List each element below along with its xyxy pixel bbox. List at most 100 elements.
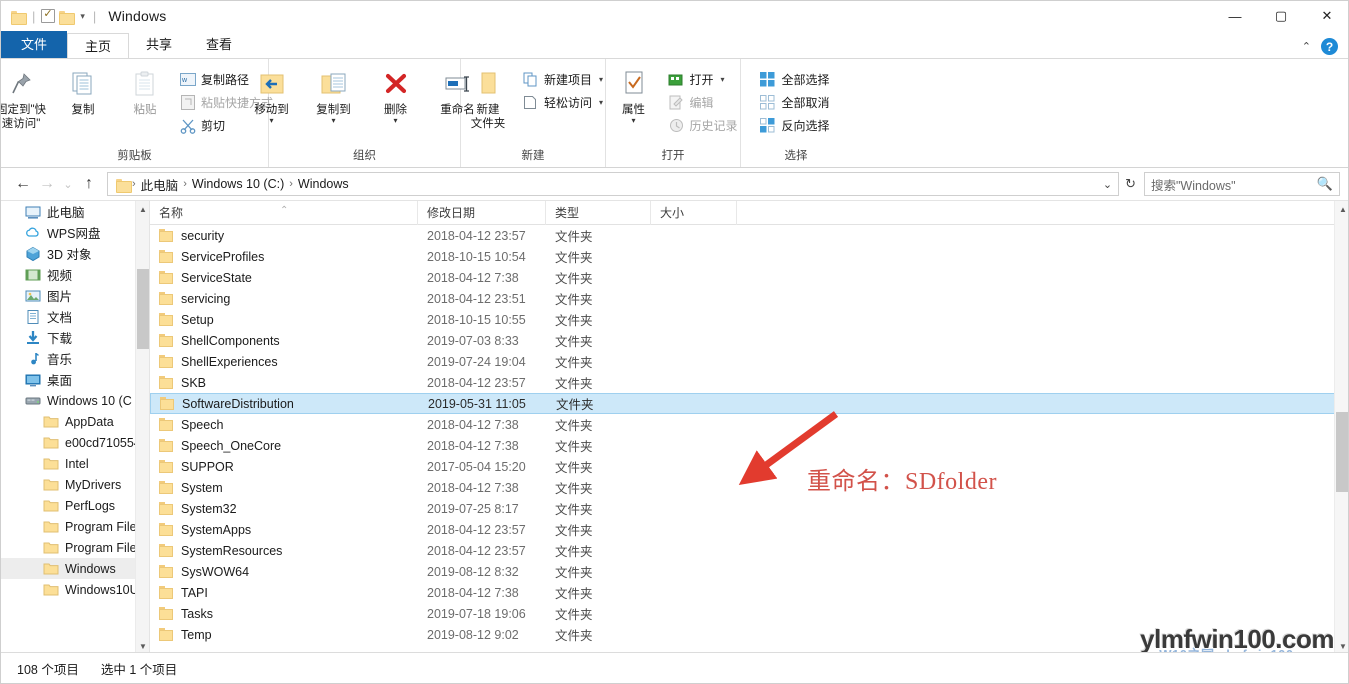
breadcrumb-item-windows[interactable]: Windows — [294, 177, 353, 191]
sidebar-item-intel[interactable]: Intel — [1, 453, 149, 474]
sidebar-item-[interactable]: 音乐 — [1, 348, 149, 369]
table-row[interactable]: security 2018-04-12 23:57 文件夹 — [150, 225, 1348, 246]
properties-checkbox-icon[interactable] — [41, 7, 56, 23]
chevron-down-icon[interactable]: ▾ — [269, 117, 273, 125]
minimize-button[interactable]: — — [1212, 1, 1258, 31]
sidebar-item-mydrivers[interactable]: MyDrivers — [1, 474, 149, 495]
path-dropdown-icon[interactable]: ⌄ — [1103, 178, 1112, 191]
navigation-scrollbar-thumb[interactable] — [137, 269, 149, 349]
sidebar-item-3d[interactable]: 3D 对象 — [1, 243, 149, 264]
invert-selection-button[interactable]: 反向选择 — [756, 114, 835, 137]
properties-button[interactable]: 属性 ▾ — [603, 65, 665, 125]
table-row[interactable]: Speech 2018-04-12 7:38 文件夹 — [150, 414, 1348, 435]
table-row[interactable]: SUPPOR 2017-05-04 15:20 文件夹 — [150, 456, 1348, 477]
table-row[interactable]: System32 2019-07-25 8:17 文件夹 — [150, 498, 1348, 519]
table-row[interactable]: ServiceProfiles 2018-10-15 10:54 文件夹 — [150, 246, 1348, 267]
sidebar-item-[interactable]: 图片 — [1, 285, 149, 306]
open-button[interactable]: 打开 ▾ — [665, 68, 744, 91]
column-header-name[interactable]: 名称 ⌃ — [150, 200, 418, 225]
new-folder-icon[interactable] — [59, 10, 76, 25]
maximize-button[interactable]: ▢ — [1258, 1, 1304, 31]
table-row[interactable]: System 2018-04-12 7:38 文件夹 — [150, 477, 1348, 498]
pin-to-quick-access-button[interactable]: 固定到"快 速访问" — [1, 65, 52, 131]
table-row[interactable]: SystemResources 2018-04-12 23:57 文件夹 — [150, 540, 1348, 561]
up-button[interactable]: ↑ — [77, 172, 101, 196]
help-icon[interactable]: ? — [1321, 38, 1338, 55]
recent-locations-icon[interactable]: ⌄ — [59, 172, 77, 196]
table-row[interactable]: Tasks 2019-07-18 19:06 文件夹 — [150, 603, 1348, 624]
chevron-down-icon[interactable]: ▾ — [331, 117, 335, 125]
column-header-type[interactable]: 类型 — [546, 200, 651, 225]
table-row[interactable]: ServiceState 2018-04-12 7:38 文件夹 — [150, 267, 1348, 288]
copy-to-button[interactable]: 复制到 ▾ — [303, 65, 365, 125]
scroll-up-icon[interactable]: ▲ — [136, 201, 149, 217]
sidebar-item-windows-10-c[interactable]: Windows 10 (C — [1, 390, 149, 411]
breadcrumb-item-this-pc[interactable]: 此电脑 — [137, 175, 183, 194]
delete-button[interactable]: 删除 ▾ — [365, 65, 427, 125]
tab-home[interactable]: 主页 — [67, 33, 130, 59]
sidebar-item-windows[interactable]: Windows — [1, 558, 149, 579]
search-input[interactable]: 搜索"Windows" 🔍 — [1144, 172, 1340, 196]
sidebar-item-windows10u[interactable]: Windows10U — [1, 579, 149, 600]
move-to-button[interactable]: 移动到 ▾ — [241, 65, 303, 125]
navigation-scrollbar[interactable]: ▲ ▼ — [135, 201, 149, 654]
column-header-size[interactable]: 大小 — [651, 200, 737, 225]
close-button[interactable]: ✕ — [1304, 1, 1348, 31]
sidebar-item-program-files[interactable]: Program Files — [1, 537, 149, 558]
table-row[interactable]: ShellExperiences 2019-07-24 19:04 文件夹 — [150, 351, 1348, 372]
table-row[interactable]: ShellComponents 2019-07-03 8:33 文件夹 — [150, 330, 1348, 351]
chevron-down-icon[interactable]: ▾ — [721, 75, 725, 84]
refresh-button[interactable]: ↻ — [1119, 176, 1142, 192]
search-icon[interactable]: 🔍 — [1317, 176, 1333, 192]
sidebar-item-[interactable]: 文档 — [1, 306, 149, 327]
new-item-button[interactable]: 新建项目 ▾ — [519, 68, 609, 91]
chevron-down-icon[interactable]: ▾ — [631, 117, 635, 125]
file-list-scrollbar[interactable]: ▲ ▼ — [1334, 201, 1348, 654]
sidebar-item-program-files[interactable]: Program Files — [1, 516, 149, 537]
collapse-ribbon-icon[interactable]: ⌃ — [1302, 40, 1311, 53]
file-name-cell: SKB — [150, 376, 418, 390]
file-type-cell: 文件夹 — [555, 461, 593, 475]
back-button[interactable]: ← — [11, 172, 35, 196]
new-folder-button[interactable]: 新建 文件夹 — [457, 65, 519, 131]
tab-file[interactable]: 文件 — [1, 31, 68, 58]
sidebar-item-wps[interactable]: WPS网盘 — [1, 222, 149, 243]
edit-button[interactable]: 编辑 — [665, 91, 744, 114]
table-row[interactable]: SoftwareDistribution 2019-05-31 11:05 文件夹 — [150, 393, 1348, 414]
sidebar-item-[interactable]: 下载 — [1, 327, 149, 348]
ribbon-group-new: 新建 文件夹 新建项目 ▾ 轻松访问 ▾ 新建 — [461, 59, 606, 167]
history-button[interactable]: 历史记录 — [665, 114, 744, 137]
sidebar-item-perflogs[interactable]: PerfLogs — [1, 495, 149, 516]
folder-icon[interactable] — [11, 10, 27, 25]
file-name-cell: System — [150, 481, 418, 495]
paste-button[interactable]: 粘贴 — [114, 65, 176, 117]
scroll-up-icon[interactable]: ▲ — [1335, 201, 1348, 217]
sidebar-item-[interactable]: 此电脑 — [1, 201, 149, 222]
table-row[interactable]: SystemApps 2018-04-12 23:57 文件夹 — [150, 519, 1348, 540]
chevron-down-icon[interactable]: ▾ — [78, 11, 87, 22]
table-row[interactable]: SysWOW64 2019-08-12 8:32 文件夹 — [150, 561, 1348, 582]
table-row[interactable]: Setup 2018-10-15 10:55 文件夹 — [150, 309, 1348, 330]
select-none-button[interactable]: 全部取消 — [756, 91, 835, 114]
sidebar-item-label: Windows10U — [65, 582, 139, 597]
sidebar-item-e00cd710554[interactable]: e00cd710554 — [1, 432, 149, 453]
table-row[interactable]: Speech_OneCore 2018-04-12 7:38 文件夹 — [150, 435, 1348, 456]
breadcrumb-item-drive[interactable]: Windows 10 (C:) — [188, 177, 288, 191]
sidebar-item-[interactable]: 视频 — [1, 264, 149, 285]
column-header-date[interactable]: 修改日期 — [418, 200, 546, 225]
table-row[interactable]: TAPI 2018-04-12 7:38 文件夹 — [150, 582, 1348, 603]
table-row[interactable]: servicing 2018-04-12 23:51 文件夹 — [150, 288, 1348, 309]
folder-icon — [43, 582, 59, 598]
file-list-scrollbar-thumb[interactable] — [1336, 412, 1348, 492]
select-all-button[interactable]: 全部选择 — [756, 68, 835, 91]
sidebar-item-appdata[interactable]: AppData — [1, 411, 149, 432]
forward-button[interactable]: → — [35, 172, 59, 196]
table-row[interactable]: SKB 2018-04-12 23:57 文件夹 — [150, 372, 1348, 393]
chevron-down-icon[interactable]: ▾ — [393, 117, 397, 125]
tab-view[interactable]: 查看 — [189, 32, 249, 58]
easy-access-button[interactable]: 轻松访问 ▾ — [519, 91, 609, 114]
copy-button[interactable]: 复制 — [52, 65, 114, 117]
tab-share[interactable]: 共享 — [129, 32, 189, 58]
sidebar-item-[interactable]: 桌面 — [1, 369, 149, 390]
breadcrumb[interactable]: › 此电脑 › Windows 10 (C:) › Windows ⌄ — [107, 172, 1120, 196]
